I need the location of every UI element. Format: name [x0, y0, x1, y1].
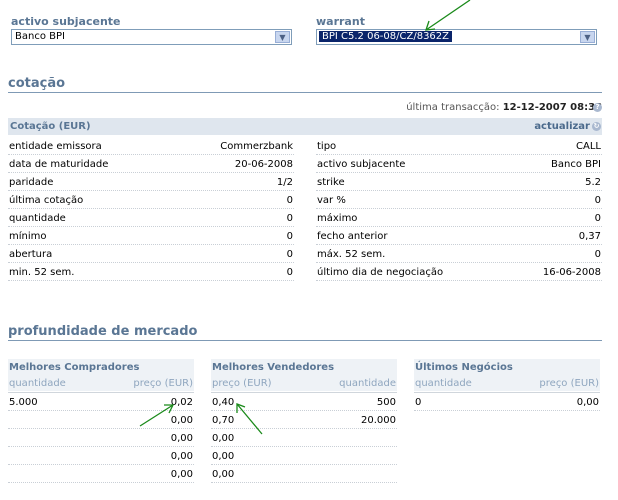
annotation-arrow-seller-price — [236, 403, 263, 435]
annotation-arrow-buyer-price — [139, 404, 174, 427]
annotation-arrow-warrant — [425, 0, 471, 31]
annotation-arrows — [139, 0, 471, 435]
